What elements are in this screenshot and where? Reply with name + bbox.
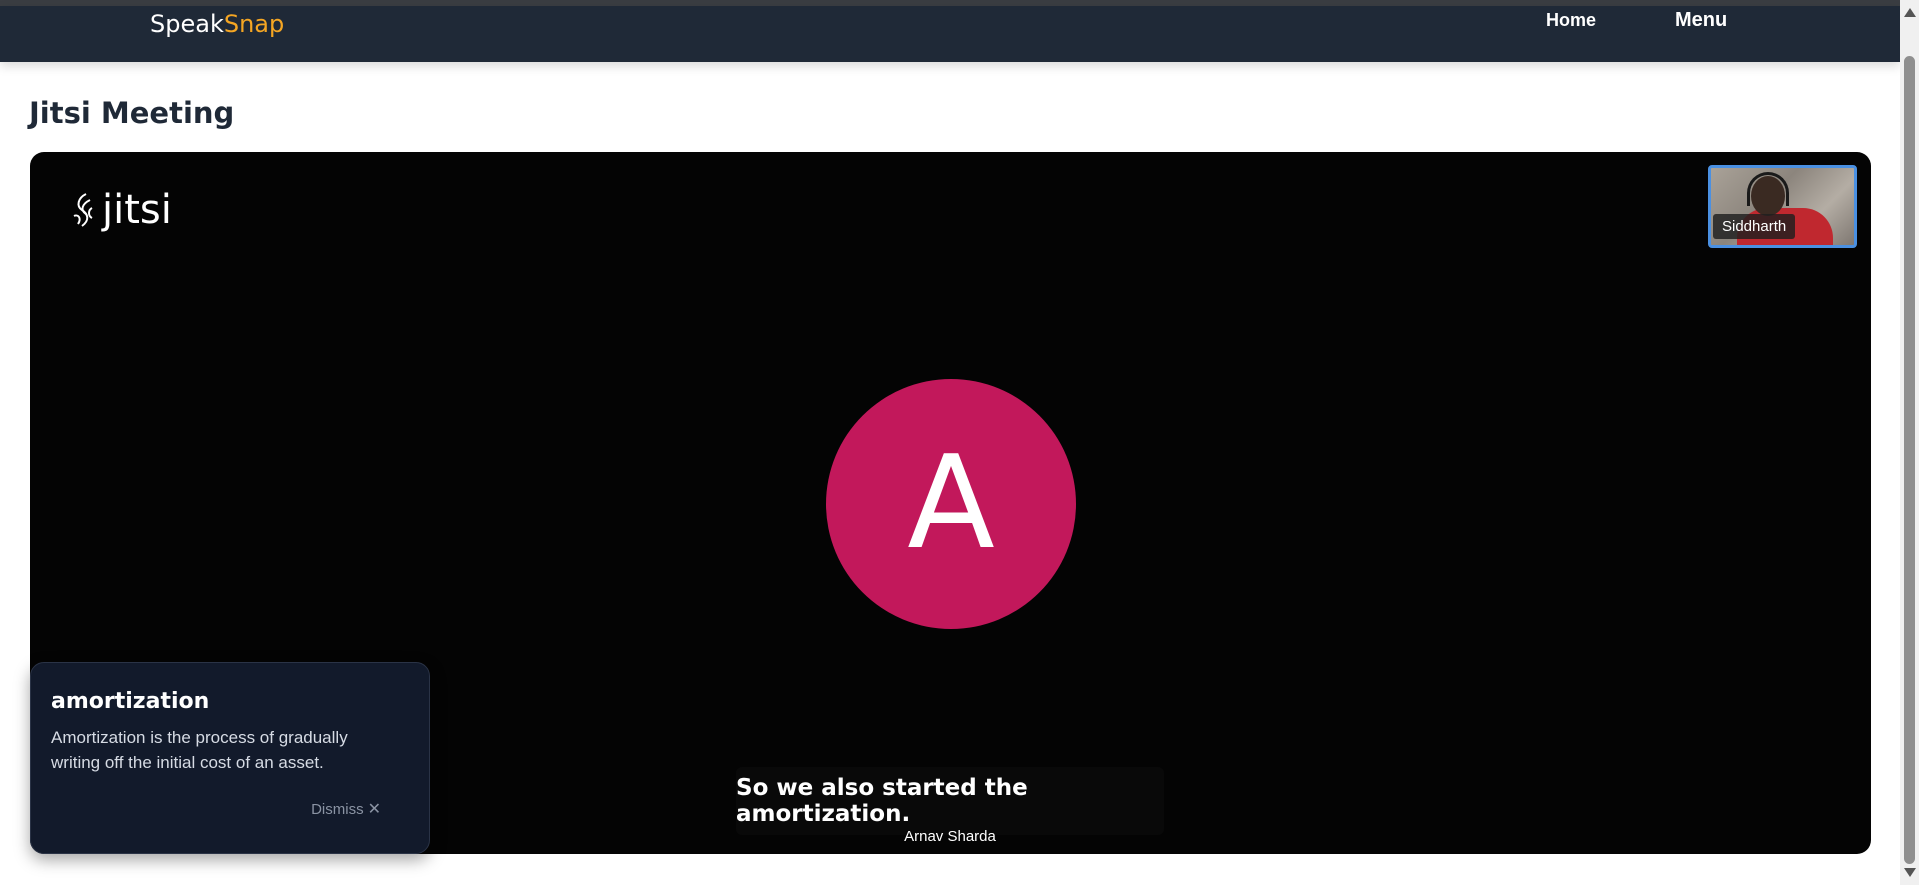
nav-home-link[interactable]: Home bbox=[1546, 10, 1596, 31]
scroll-up-arrow-icon[interactable] bbox=[1904, 8, 1916, 17]
jitsi-logo-icon bbox=[73, 193, 93, 227]
scroll-down-arrow-icon[interactable] bbox=[1904, 868, 1916, 877]
definition-card: amortization Amortization is the process… bbox=[30, 662, 430, 854]
dismiss-label: Dismiss bbox=[311, 800, 364, 818]
dismiss-button[interactable]: Dismiss ✕ bbox=[311, 799, 381, 819]
brand-part-snap: Snap bbox=[223, 10, 285, 38]
navbar: SpeakSnap Home Menu bbox=[0, 6, 1900, 62]
jitsi-logo[interactable]: jitsi bbox=[68, 188, 172, 232]
nav-menu-button[interactable]: Menu bbox=[1675, 9, 1727, 32]
avatar-initial: A bbox=[907, 429, 995, 578]
brand-logo[interactable]: SpeakSnap bbox=[150, 8, 284, 40]
page: SpeakSnap Home Menu Jitsi Meeting jitsi … bbox=[0, 0, 1919, 885]
brand-part-speak: Speak bbox=[150, 10, 224, 38]
jitsi-logo-text: jitsi bbox=[102, 187, 172, 233]
thumbnail-name-tag: Siddharth bbox=[1713, 214, 1796, 239]
participant-thumbnail[interactable]: Siddharth bbox=[1708, 165, 1857, 248]
page-title: Jitsi Meeting bbox=[29, 96, 235, 130]
definition-text: Amortization is the process of gradually… bbox=[51, 728, 348, 772]
headset-icon bbox=[1747, 172, 1789, 206]
scrollbar-thumb[interactable] bbox=[1904, 56, 1915, 864]
definition-term: amortization bbox=[51, 689, 210, 714]
speaker-avatar: A bbox=[826, 379, 1076, 629]
close-icon: ✕ bbox=[367, 801, 381, 818]
live-caption: So we also started the amortization. bbox=[736, 767, 1164, 835]
caption-speaker-name: Arnav Sharda bbox=[904, 828, 996, 845]
caption-text: So we also started the amortization. bbox=[736, 775, 1028, 827]
